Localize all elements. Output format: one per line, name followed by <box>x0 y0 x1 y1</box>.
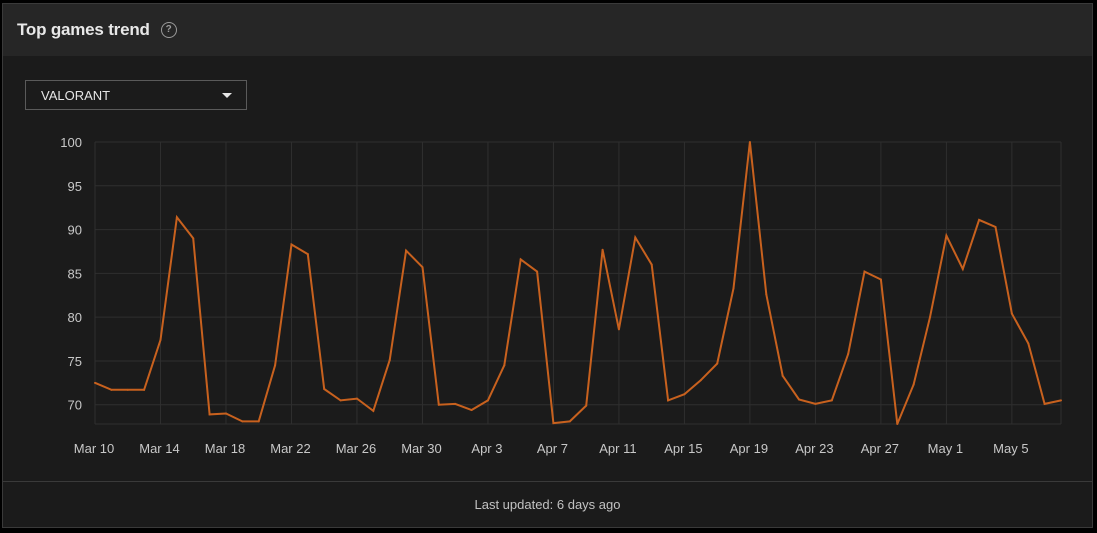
last-updated-text: Last updated: 6 days ago <box>474 497 621 512</box>
data-point <box>585 404 588 407</box>
data-point <box>470 408 473 411</box>
data-point <box>1027 342 1030 345</box>
data-point <box>94 381 96 384</box>
data-point <box>339 399 342 402</box>
data-point <box>437 403 440 406</box>
data-point <box>208 413 211 416</box>
data-point <box>1010 312 1013 315</box>
data-point <box>781 374 784 377</box>
series-line <box>94 141 1062 425</box>
data-point <box>568 420 571 423</box>
data-point <box>1043 402 1046 405</box>
data-point <box>830 399 833 402</box>
data-point <box>814 402 817 405</box>
data-point <box>994 225 997 228</box>
data-point <box>896 423 899 425</box>
y-tick-label: 70 <box>68 398 82 413</box>
data-point <box>355 397 358 400</box>
data-point <box>699 379 702 382</box>
data-point <box>732 287 735 290</box>
data-point <box>1060 399 1062 402</box>
x-tick-label: Apr 27 <box>861 441 899 456</box>
x-tick-label: Apr 15 <box>664 441 702 456</box>
data-point <box>241 420 244 423</box>
data-point <box>748 141 751 143</box>
x-tick-label: Mar 30 <box>401 441 441 456</box>
data-point <box>945 234 948 237</box>
data-point <box>372 409 375 412</box>
x-tick-label: Apr 7 <box>537 441 568 456</box>
data-point <box>617 328 620 331</box>
data-point <box>110 388 113 391</box>
data-point <box>552 422 555 425</box>
x-tick-label: Mar 14 <box>139 441 179 456</box>
y-tick-label: 95 <box>68 179 82 194</box>
data-point <box>863 270 866 273</box>
data-point <box>257 420 260 423</box>
x-tick-label: May 5 <box>993 441 1028 456</box>
data-point <box>421 266 424 269</box>
x-tick-label: Apr 19 <box>730 441 768 456</box>
data-point <box>667 399 670 402</box>
x-tick-label: Apr 11 <box>599 441 636 456</box>
data-point <box>912 383 915 386</box>
data-point <box>405 249 408 252</box>
data-point <box>323 387 326 390</box>
y-tick-label: 100 <box>60 135 82 150</box>
data-point <box>519 258 522 261</box>
trend-line-chart: 70 75 80 85 90 95 100 Mar 10 Mar 14 Mar 18 Mar 22 M… <box>60 135 1062 456</box>
data-point <box>388 359 391 362</box>
data-point <box>224 412 227 415</box>
data-point <box>175 216 178 219</box>
data-point <box>798 398 801 401</box>
data-point <box>961 267 964 270</box>
data-point <box>159 338 162 341</box>
data-point <box>143 388 146 391</box>
data-point <box>454 402 457 405</box>
panel-footer: Last updated: 6 days ago <box>3 481 1092 527</box>
x-tick-label: Apr 23 <box>795 441 833 456</box>
data-point <box>847 352 850 355</box>
data-point <box>536 270 539 273</box>
data-point <box>683 393 686 396</box>
x-tick-label: Mar 10 <box>74 441 114 456</box>
data-point <box>486 399 489 402</box>
x-tick-label: Mar 18 <box>205 441 245 456</box>
data-point <box>274 364 277 367</box>
top-games-trend-panel: Top games trend ? VALORANT 70 75 80 85 90 95 1… <box>2 3 1093 528</box>
data-point <box>601 248 604 251</box>
data-point <box>126 388 129 391</box>
data-point <box>306 253 309 256</box>
y-tick-label: 75 <box>68 354 82 369</box>
data-point <box>929 316 932 319</box>
data-point <box>716 362 719 365</box>
data-point <box>192 237 195 240</box>
y-tick-label: 90 <box>68 223 82 238</box>
x-tick-label: Apr 3 <box>471 441 502 456</box>
y-tick-label: 80 <box>68 310 82 325</box>
data-point <box>650 263 653 266</box>
data-point <box>879 278 882 281</box>
y-tick-label: 85 <box>68 266 82 281</box>
data-point <box>978 218 981 221</box>
x-tick-label: Mar 26 <box>336 441 376 456</box>
data-point <box>634 236 637 239</box>
x-tick-label: Mar 22 <box>270 441 310 456</box>
data-point <box>503 364 506 367</box>
x-tick-label: May 1 <box>928 441 963 456</box>
data-point <box>290 243 293 246</box>
data-point <box>765 293 768 296</box>
